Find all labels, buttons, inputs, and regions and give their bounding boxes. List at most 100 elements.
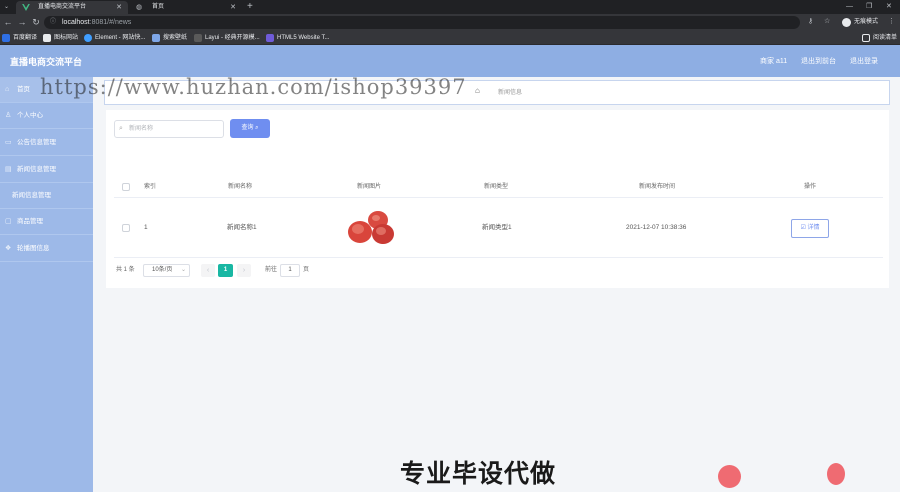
incognito-profile[interactable]: 无痕模式 <box>842 17 878 28</box>
sidebar-item-goods[interactable]: ▢ 商品管理 <box>0 209 93 235</box>
home-icon[interactable]: ⌂ <box>475 86 487 98</box>
row-news-type: 新闻类型1 <box>482 224 512 231</box>
close-window-icon[interactable]: ✕ <box>886 0 892 13</box>
sidebar-item-carousel[interactable]: ❖ 轮播图信息 <box>0 236 93 262</box>
sidebar-item-news[interactable]: ▤ 新闻信息管理 <box>0 157 93 183</box>
bookmark-label: Element - 网站快... <box>95 35 146 41</box>
goods-icon: ▢ <box>5 218 12 225</box>
sidebar-item-label: 新闻信息管理 <box>17 166 56 173</box>
search-placeholder: 新闻名称 <box>129 126 154 132</box>
bookmark-label: 搜索壁纸 <box>163 35 188 41</box>
browser-tab-bar: ⌄ 直播电商交流平台 ✕ ◍ 首页 ✕ + — ❐ ✕ <box>0 0 900 14</box>
sidebar-item-label: 个人中心 <box>17 112 43 119</box>
sidebar-item-notice[interactable]: ▭ 公告信息管理 <box>0 130 93 156</box>
carousel-icon: ❖ <box>5 245 12 252</box>
search-icon: ⌕ <box>255 125 259 131</box>
image-icon <box>152 34 160 42</box>
reading-list-icon <box>862 34 870 42</box>
element-icon <box>84 34 92 42</box>
column-header: 新闻图片 <box>357 184 382 190</box>
current-user: 商家 a11 <box>760 58 788 65</box>
app-header: 直播电商交流平台 商家 a11 退出到前台 退出登录 <box>0 45 900 77</box>
globe-icon: ◍ <box>136 4 143 11</box>
vue-logo-icon <box>22 4 30 11</box>
forward-icon[interactable]: → <box>16 16 28 28</box>
search-button[interactable]: 查询 ⌕ <box>230 119 270 138</box>
avatar <box>842 18 851 27</box>
bookmark-item[interactable]: Element - 网站快... <box>84 31 145 45</box>
breadcrumb-current: 新闻信息 <box>498 90 523 96</box>
detail-button[interactable]: ☑ 详情 <box>791 219 829 238</box>
sidebar-item-label: 轮播图信息 <box>17 245 50 252</box>
chevron-down-icon: ⌄ <box>180 267 186 273</box>
bookmark-item[interactable]: Layui - 经典开源模... <box>194 31 260 45</box>
home-icon: ⌂ <box>5 86 10 93</box>
search-input[interactable]: ⌕ 新闻名称 <box>114 120 224 138</box>
url-input[interactable]: ⓘ localhost:8081/#/news <box>44 16 800 29</box>
bookmark-label: HTML5 Website T... <box>277 35 330 41</box>
select-all-checkbox[interactable] <box>122 183 130 191</box>
user-icon: ♙ <box>5 112 12 119</box>
table-header: 索引 新闻名称 新闻图片 新闻类型 新闻发布时间 操作 <box>114 176 883 198</box>
address-toolbar: ← → ↻ ⓘ localhost:8081/#/news ⚷ ☆ 无痕模式 ⋮ <box>0 14 900 31</box>
column-header: 索引 <box>144 184 157 190</box>
pagination-total: 共 1 条 <box>116 267 135 273</box>
back-icon[interactable]: ← <box>2 16 14 28</box>
detail-icon: ☑ <box>800 225 806 231</box>
row-news-time: 2021-12-07 10:38:36 <box>626 224 687 231</box>
tab-search-icon[interactable]: ⌄ <box>4 1 14 13</box>
close-tab-icon[interactable]: ✕ <box>230 1 236 14</box>
profile-label: 无痕模式 <box>854 19 879 25</box>
detail-button-label: 详情 <box>807 225 820 231</box>
bookmark-label: Layui - 经典开源模... <box>205 35 260 41</box>
row-checkbox[interactable] <box>122 224 130 232</box>
close-tab-icon[interactable]: ✕ <box>116 1 122 14</box>
url-path: :8081/#/news <box>89 19 132 26</box>
cursor-highlight <box>827 463 845 485</box>
sidebar-item-profile[interactable]: ♙ 个人中心 <box>0 103 93 129</box>
html5-icon <box>266 34 274 42</box>
watermark-url: https://www.huzhan.com/ishop39397 <box>40 75 467 99</box>
news-icon: ▤ <box>5 166 12 173</box>
minimize-icon[interactable]: — <box>846 0 853 13</box>
goto-page-input[interactable]: 1 <box>280 264 300 277</box>
cursor-highlight <box>718 465 741 488</box>
sidebar-subitem-news[interactable]: 新闻信息管理 <box>0 183 93 209</box>
bookmark-item[interactable]: 搜索壁纸 <box>152 31 187 45</box>
logout-link[interactable]: 退出登录 <box>850 45 878 79</box>
bookmark-item[interactable]: HTML5 Website T... <box>266 31 329 45</box>
column-header: 新闻名称 <box>228 184 253 190</box>
tab-title: 首页 <box>152 4 165 10</box>
page-size-value: 10条/页 <box>152 267 173 273</box>
page-size-select[interactable]: 10条/页 ⌄ <box>143 264 190 277</box>
search-button-label: 查询 <box>241 125 254 131</box>
bookmark-label: 百度翻译 <box>13 35 38 41</box>
sidebar-item-label: 公告信息管理 <box>17 139 56 146</box>
column-header: 新闻类型 <box>484 184 509 190</box>
sidebar-item-label: 首页 <box>17 86 30 93</box>
reload-icon[interactable]: ↻ <box>30 16 42 28</box>
next-page-button[interactable]: › <box>237 264 251 277</box>
news-image-apples <box>348 211 394 244</box>
reading-list[interactable]: 阅读清单 <box>862 31 897 45</box>
restore-icon[interactable]: ❐ <box>866 0 872 13</box>
prev-page-button[interactable]: ‹ <box>201 264 215 277</box>
bookmark-item[interactable]: 百度翻译 <box>2 31 37 45</box>
bookmark-item[interactable]: 图标网站 <box>43 31 78 45</box>
goto-label: 前往 <box>265 267 278 273</box>
back-to-front-link[interactable]: 退出到前台 <box>801 45 836 79</box>
new-tab-icon[interactable]: + <box>247 0 253 13</box>
notice-icon: ▭ <box>5 139 12 146</box>
browser-tab[interactable]: ◍ 首页 ✕ <box>130 1 242 14</box>
info-icon: ⓘ <box>50 19 57 25</box>
reading-list-label: 阅读清单 <box>873 35 898 41</box>
menu-icon[interactable]: ⋮ <box>888 16 895 28</box>
app-title: 直播电商交流平台 <box>10 57 83 67</box>
url-host: localhost <box>62 19 90 26</box>
key-icon[interactable]: ⚷ <box>808 16 813 28</box>
tab-title: 直播电商交流平台 <box>38 4 87 10</box>
page-number-current[interactable]: 1 <box>218 264 233 277</box>
star-icon[interactable]: ☆ <box>824 16 830 28</box>
folder-icon <box>43 34 51 42</box>
browser-tab-active[interactable]: 直播电商交流平台 ✕ <box>16 1 128 14</box>
